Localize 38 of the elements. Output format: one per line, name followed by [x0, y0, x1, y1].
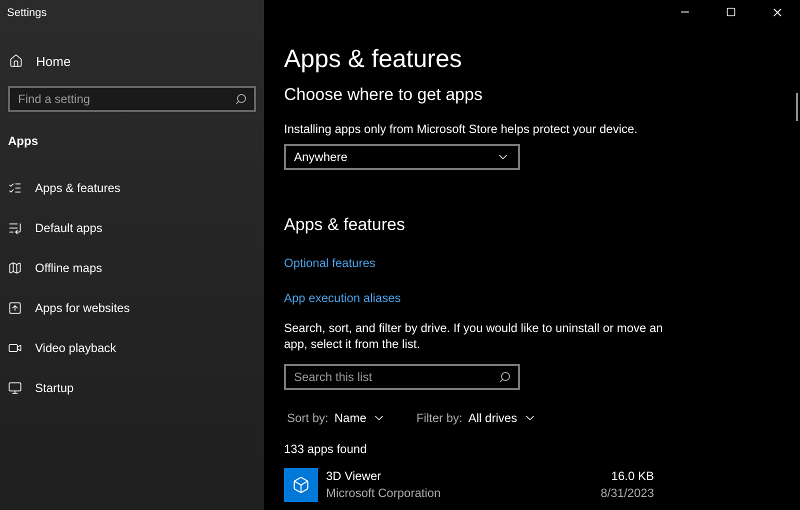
app-count: 133 apps found — [284, 441, 367, 458]
app-size: 16.0 KB — [611, 468, 654, 485]
app-date: 8/31/2023 — [600, 485, 654, 502]
search-field[interactable]: Search this list — [284, 364, 520, 390]
description: Installing apps only from Microsoft Store helps protect your device. — [284, 120, 638, 138]
app-list-item[interactable]: 3D Viewer Microsoft Corporation 16.0 KB 8/31/2023 — [284, 468, 654, 502]
window-title: Settings — [7, 6, 47, 21]
list-icon — [8, 180, 22, 194]
section-heading: Choose where to get apps — [284, 84, 482, 106]
filter-dropdown[interactable]: Filter by: All drives — [416, 409, 538, 427]
close-icon — [770, 6, 784, 18]
source-dropdown[interactable]: Anywhere — [284, 144, 520, 170]
link[interactable]: Optional features — [284, 254, 376, 272]
description: Search, sort, and filter by drive. If you would like to uninstall or move an app, select it from the list. — [284, 320, 664, 352]
nav-item[interactable]: Offline maps — [8, 259, 102, 276]
home-link[interactable]: Home — [9, 52, 71, 71]
page-title: Apps & features — [284, 44, 462, 74]
section-heading: Apps & features — [284, 214, 405, 236]
cube-icon — [284, 468, 318, 502]
monitor-icon — [8, 380, 22, 394]
app-name: 3D Viewer — [326, 468, 382, 485]
app-publisher: Microsoft Corporation — [326, 485, 441, 502]
home-icon — [9, 54, 23, 68]
scrollbar[interactable] — [796, 93, 798, 121]
search-icon — [235, 93, 247, 105]
map-icon — [8, 260, 22, 274]
nav-item[interactable]: Default apps — [8, 219, 102, 236]
section-heading: Apps — [8, 133, 38, 150]
nav-item[interactable]: Startup — [8, 379, 74, 396]
maximize-icon — [726, 7, 736, 17]
nav-item[interactable]: Video playback — [8, 339, 116, 356]
sort-dropdown[interactable]: Sort by: Name — [287, 409, 386, 427]
link[interactable]: App execution aliases — [284, 289, 401, 307]
search-icon — [499, 371, 511, 383]
nav-item[interactable]: Apps for websites — [8, 299, 130, 316]
nav-item[interactable]: Apps & features — [8, 179, 120, 196]
list-icon — [8, 220, 22, 234]
search-field[interactable]: Find a setting — [8, 86, 256, 112]
